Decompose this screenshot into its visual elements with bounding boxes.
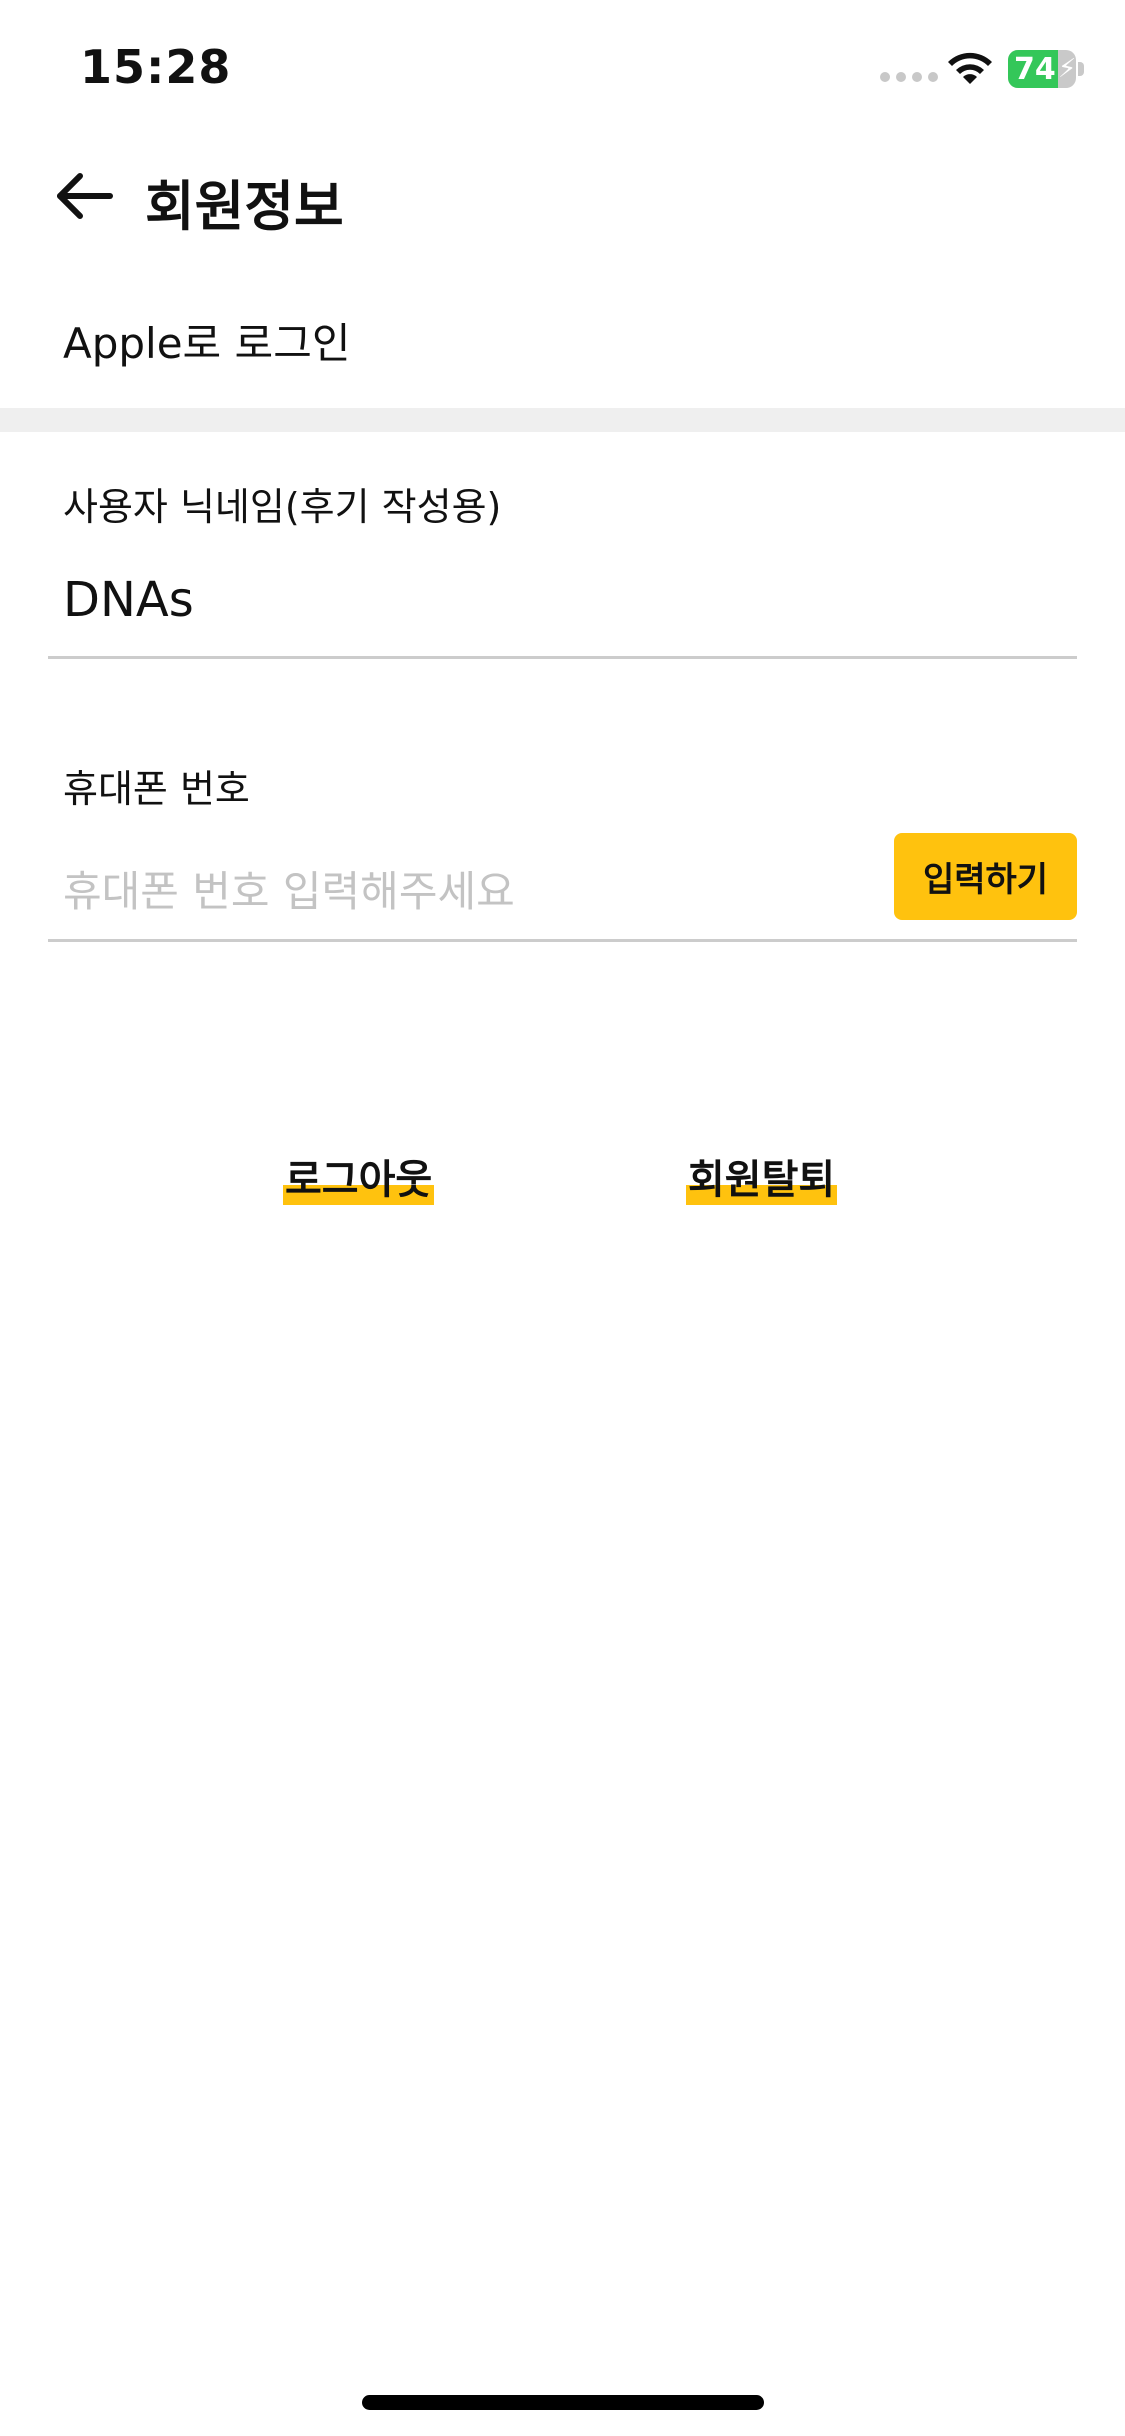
phone-label: 휴대폰 번호: [63, 767, 250, 811]
back-button[interactable]: [52, 166, 122, 226]
status-bar: 15:28 74 ⚡: [0, 0, 1125, 130]
phone-input[interactable]: 휴대폰 번호 입력해주세요: [63, 858, 515, 919]
withdraw-button[interactable]: 회원탈퇴: [686, 1150, 838, 1210]
phone-submit-button[interactable]: 입력하기: [894, 833, 1077, 920]
login-method-text: Apple로 로그인: [63, 319, 351, 368]
nickname-input[interactable]: DNAs: [63, 572, 194, 628]
phone-underline: [48, 939, 1077, 942]
section-divider: [0, 408, 1125, 432]
arrow-left-icon: [57, 173, 113, 219]
wifi-icon: [948, 52, 992, 84]
cellular-signal-icon: [880, 72, 938, 82]
logout-button[interactable]: 로그아웃: [283, 1150, 435, 1210]
battery-cap: [1078, 62, 1084, 76]
home-indicator[interactable]: [362, 2395, 764, 2410]
header: 회원정보: [0, 140, 1125, 250]
battery-icon: 74 ⚡: [1008, 50, 1076, 88]
page-title: 회원정보: [145, 175, 344, 238]
nickname-underline: [48, 656, 1077, 659]
battery-level: 74: [1014, 52, 1056, 87]
status-time: 15:28: [80, 40, 232, 94]
charging-bolt-icon: ⚡: [1058, 54, 1076, 84]
nickname-label: 사용자 닉네임(후기 작성용): [63, 485, 502, 529]
